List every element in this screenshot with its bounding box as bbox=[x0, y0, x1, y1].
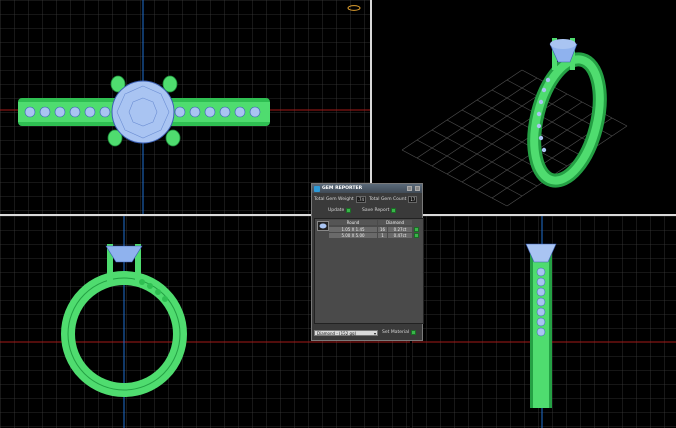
perspective-view-canvas bbox=[372, 0, 676, 214]
row2-weight: 0.47ct bbox=[388, 233, 412, 238]
gem-reporter-logo-icon bbox=[314, 185, 320, 192]
set-material-control[interactable]: Set Material bbox=[382, 330, 417, 335]
total-gem-count-label: Total Gem Count bbox=[369, 197, 407, 202]
top-view-canvas bbox=[0, 0, 370, 214]
top-viewport[interactable] bbox=[0, 0, 370, 214]
set-material-button[interactable] bbox=[411, 330, 417, 335]
row1-edit-button[interactable] bbox=[414, 227, 419, 232]
row2-count: 1 bbox=[378, 233, 387, 238]
chevron-down-icon: ▾ bbox=[373, 331, 376, 336]
column-material: Diamond bbox=[378, 220, 412, 225]
panel-title: GEM REPORTER bbox=[322, 186, 363, 191]
update-label: Update bbox=[328, 208, 345, 213]
right-view-canvas bbox=[412, 216, 676, 428]
close-button[interactable] bbox=[415, 186, 420, 191]
total-gem-count-value: 17 bbox=[408, 196, 418, 203]
row1-size: 1.05 X 1.45 bbox=[329, 227, 377, 232]
total-gem-weight-value: .74 bbox=[355, 196, 367, 203]
row2-edit-button[interactable] bbox=[414, 233, 419, 238]
row1-weight: 0.27ct bbox=[388, 227, 412, 232]
update-button[interactable] bbox=[346, 208, 352, 213]
material-select-value: Diamond - (152 gq) bbox=[317, 331, 357, 336]
column-shape: Round bbox=[329, 220, 377, 225]
update-control[interactable]: Update bbox=[328, 208, 352, 213]
row1-count: 16 bbox=[378, 227, 387, 232]
right-viewport[interactable] bbox=[412, 216, 676, 428]
gem-shape-icon bbox=[317, 221, 329, 231]
material-select[interactable]: Diamond - (152 gq) ▾ bbox=[314, 330, 378, 336]
view-cube-icon[interactable] bbox=[347, 5, 361, 11]
gem-reporter-panel: GEM REPORTER Total Gem Weight .74 Total … bbox=[311, 183, 424, 341]
gem-report-list[interactable]: Round Diamond 1.05 X 1.45 16 0.27ct 5.00… bbox=[314, 218, 424, 324]
set-material-label: Set Material bbox=[382, 330, 410, 335]
ring-right-view bbox=[525, 243, 557, 408]
total-gem-weight-label: Total Gem Weight bbox=[314, 197, 354, 202]
panel-titlebar[interactable]: GEM REPORTER bbox=[312, 184, 422, 193]
perspective-viewport[interactable] bbox=[372, 0, 676, 214]
minimize-button[interactable] bbox=[407, 186, 412, 191]
save-report-control[interactable]: Save Report bbox=[362, 208, 397, 213]
save-report-button[interactable] bbox=[391, 208, 397, 213]
row2-size: 5.00 X 5.00 bbox=[329, 233, 377, 238]
save-report-label: Save Report bbox=[362, 208, 390, 213]
